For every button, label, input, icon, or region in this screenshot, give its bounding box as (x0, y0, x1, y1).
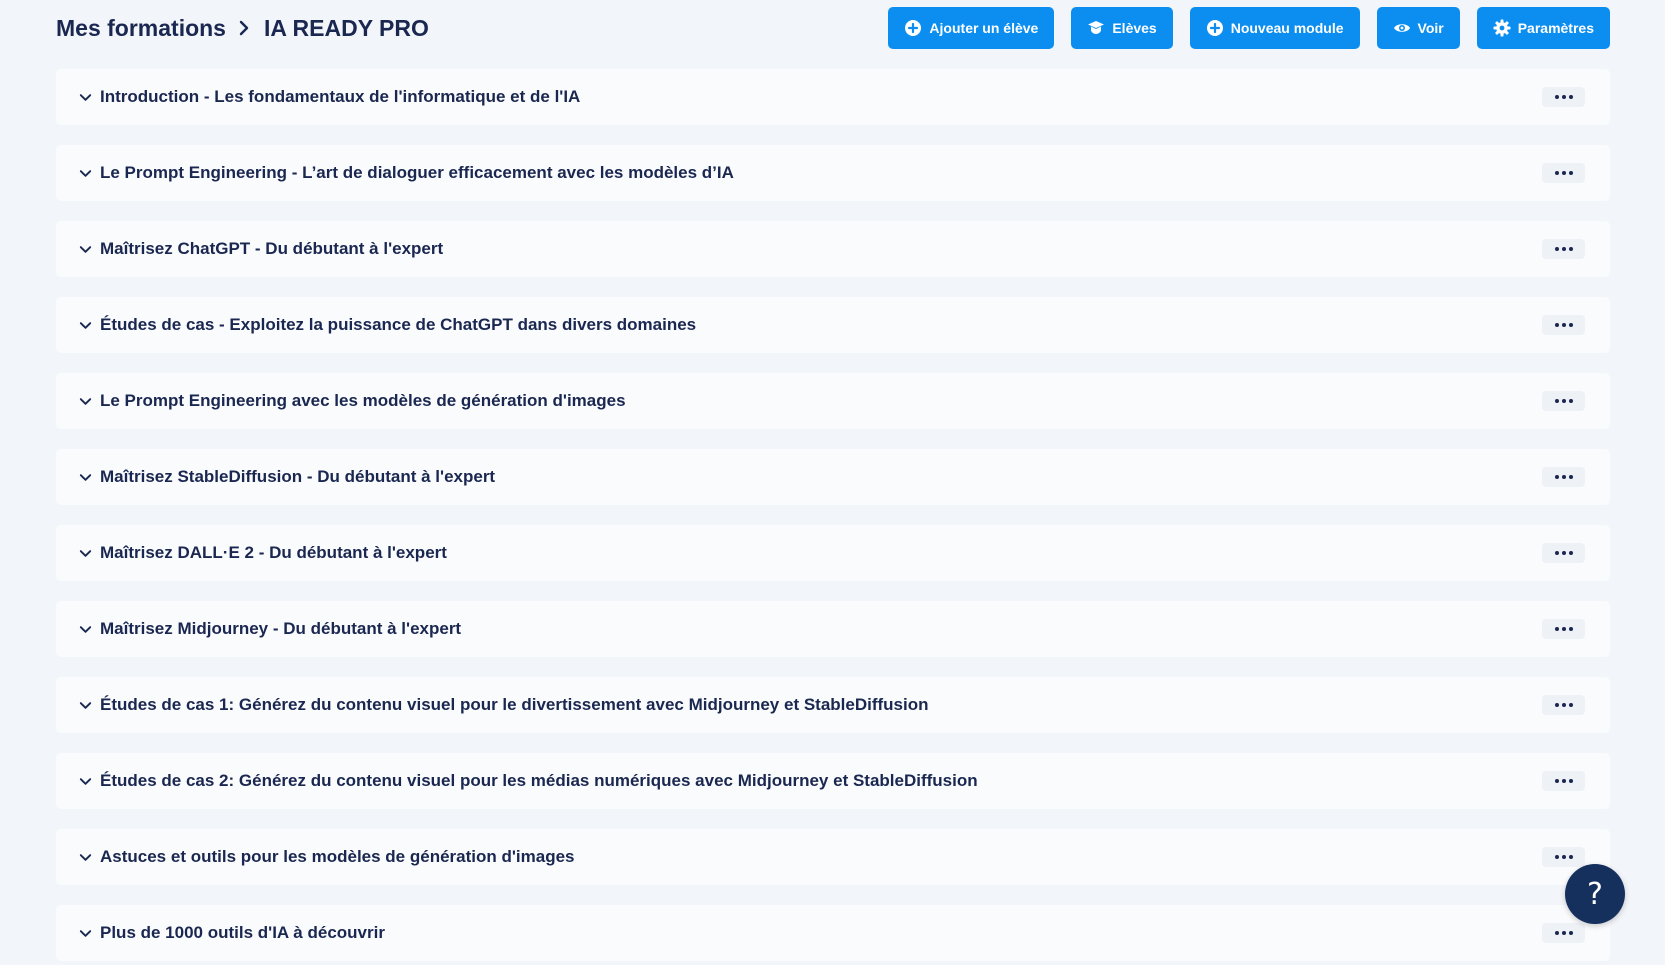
chevron-right-icon (236, 20, 252, 36)
chevron-down-icon[interactable] (78, 774, 93, 789)
header-actions: Ajouter un élève Elèves Nouveau module V… (888, 7, 1610, 49)
chevron-down-icon[interactable] (78, 546, 93, 561)
breadcrumb-root[interactable]: Mes formations (56, 15, 226, 42)
module-row[interactable]: Introduction - Les fondamentaux de l'inf… (56, 69, 1610, 125)
module-header[interactable]: Études de cas 2: Générez du contenu visu… (78, 771, 978, 791)
module-header[interactable]: Plus de 1000 outils d'IA à découvrir (78, 923, 385, 943)
module-title: Le Prompt Engineering - L’art de dialogu… (100, 163, 734, 182)
module-row[interactable]: Études de cas - Exploitez la puissance d… (56, 297, 1610, 353)
more-options-icon[interactable] (1542, 619, 1585, 639)
module-row[interactable]: Le Prompt Engineering - L’art de dialogu… (56, 145, 1610, 201)
students-button[interactable]: Elèves (1071, 7, 1173, 49)
module-row[interactable]: Maîtrisez ChatGPT - Du débutant à l'expe… (56, 221, 1610, 277)
plus-circle-icon (904, 19, 922, 37)
module-title: Astuces et outils pour les modèles de gé… (100, 847, 575, 866)
chevron-down-icon[interactable] (78, 470, 93, 485)
module-header[interactable]: Astuces et outils pour les modèles de gé… (78, 847, 575, 867)
gear-icon (1493, 19, 1511, 37)
module-header[interactable]: Introduction - Les fondamentaux de l'inf… (78, 87, 580, 107)
eye-icon (1393, 19, 1411, 37)
more-options-icon[interactable] (1542, 163, 1585, 183)
chevron-down-icon[interactable] (78, 394, 93, 409)
module-title: Plus de 1000 outils d'IA à découvrir (100, 923, 385, 942)
module-header[interactable]: Maîtrisez StableDiffusion - Du débutant … (78, 467, 495, 487)
students-label: Elèves (1112, 20, 1157, 36)
chevron-down-icon[interactable] (78, 926, 93, 941)
chevron-down-icon[interactable] (78, 166, 93, 181)
module-row[interactable]: Le Prompt Engineering avec les modèles d… (56, 373, 1610, 429)
module-title: Études de cas 1: Générez du contenu visu… (100, 695, 929, 714)
more-options-icon[interactable] (1542, 847, 1585, 867)
view-button[interactable]: Voir (1376, 7, 1460, 49)
module-title: Maîtrisez ChatGPT - Du débutant à l'expe… (100, 239, 444, 258)
module-header[interactable]: Maîtrisez DALL·E 2 - Du débutant à l'exp… (78, 543, 447, 563)
module-row[interactable]: Études de cas 1: Générez du contenu visu… (56, 677, 1610, 733)
module-list: Introduction - Les fondamentaux de l'inf… (56, 69, 1610, 961)
more-options-icon[interactable] (1542, 87, 1585, 107)
settings-label: Paramètres (1517, 20, 1594, 36)
module-header[interactable]: Études de cas 1: Générez du contenu visu… (78, 695, 929, 715)
module-row[interactable]: Astuces et outils pour les modèles de gé… (56, 829, 1610, 885)
help-icon: ? (1587, 876, 1603, 912)
module-header[interactable]: Études de cas - Exploitez la puissance d… (78, 315, 696, 335)
more-options-icon[interactable] (1542, 239, 1585, 259)
add-student-button[interactable]: Ajouter un élève (888, 7, 1055, 49)
chevron-down-icon[interactable] (78, 850, 93, 865)
add-student-label: Ajouter un élève (929, 20, 1039, 36)
module-row[interactable]: Maîtrisez Midjourney - Du débutant à l'e… (56, 601, 1610, 657)
module-title: Maîtrisez DALL·E 2 - Du débutant à l'exp… (100, 543, 447, 562)
more-options-icon[interactable] (1542, 543, 1585, 563)
graduation-cap-icon (1087, 19, 1105, 37)
view-label: Voir (1417, 20, 1444, 36)
chevron-down-icon[interactable] (78, 622, 93, 637)
more-options-icon[interactable] (1542, 391, 1585, 411)
more-options-icon[interactable] (1542, 771, 1585, 791)
chevron-down-icon[interactable] (78, 90, 93, 105)
chevron-down-icon[interactable] (78, 698, 93, 713)
chevron-down-icon[interactable] (78, 242, 93, 257)
header: Mes formations IA READY PRO Ajouter un é… (56, 6, 1610, 50)
more-options-icon[interactable] (1542, 695, 1585, 715)
module-title: Le Prompt Engineering avec les modèles d… (100, 391, 626, 410)
settings-button[interactable]: Paramètres (1476, 7, 1610, 49)
more-options-icon[interactable] (1542, 315, 1585, 335)
module-title: Études de cas - Exploitez la puissance d… (100, 315, 697, 334)
page: Mes formations IA READY PRO Ajouter un é… (0, 0, 1665, 965)
module-row[interactable]: Plus de 1000 outils d'IA à découvrir (56, 905, 1610, 961)
plus-circle-icon (1206, 19, 1224, 37)
new-module-button[interactable]: Nouveau module (1189, 7, 1360, 49)
breadcrumb: Mes formations IA READY PRO (56, 15, 429, 42)
module-title: Études de cas 2: Générez du contenu visu… (100, 771, 978, 790)
module-row[interactable]: Maîtrisez DALL·E 2 - Du débutant à l'exp… (56, 525, 1610, 581)
chevron-down-icon[interactable] (78, 318, 93, 333)
help-button[interactable]: ? (1565, 864, 1625, 924)
more-options-icon[interactable] (1542, 467, 1585, 487)
module-title: Maîtrisez StableDiffusion - Du débutant … (100, 467, 496, 486)
module-title: Maîtrisez Midjourney - Du débutant à l'e… (100, 619, 462, 638)
module-header[interactable]: Le Prompt Engineering - L’art de dialogu… (78, 163, 734, 183)
new-module-label: Nouveau module (1230, 20, 1344, 36)
module-header[interactable]: Maîtrisez ChatGPT - Du débutant à l'expe… (78, 239, 443, 259)
module-row[interactable]: Maîtrisez StableDiffusion - Du débutant … (56, 449, 1610, 505)
breadcrumb-current: IA READY PRO (263, 14, 429, 41)
module-row[interactable]: Études de cas 2: Générez du contenu visu… (56, 753, 1610, 809)
more-options-icon[interactable] (1542, 923, 1585, 943)
module-header[interactable]: Le Prompt Engineering avec les modèles d… (78, 391, 626, 411)
module-header[interactable]: Maîtrisez Midjourney - Du débutant à l'e… (78, 619, 461, 639)
module-title: Introduction - Les fondamentaux de l'inf… (100, 87, 581, 106)
